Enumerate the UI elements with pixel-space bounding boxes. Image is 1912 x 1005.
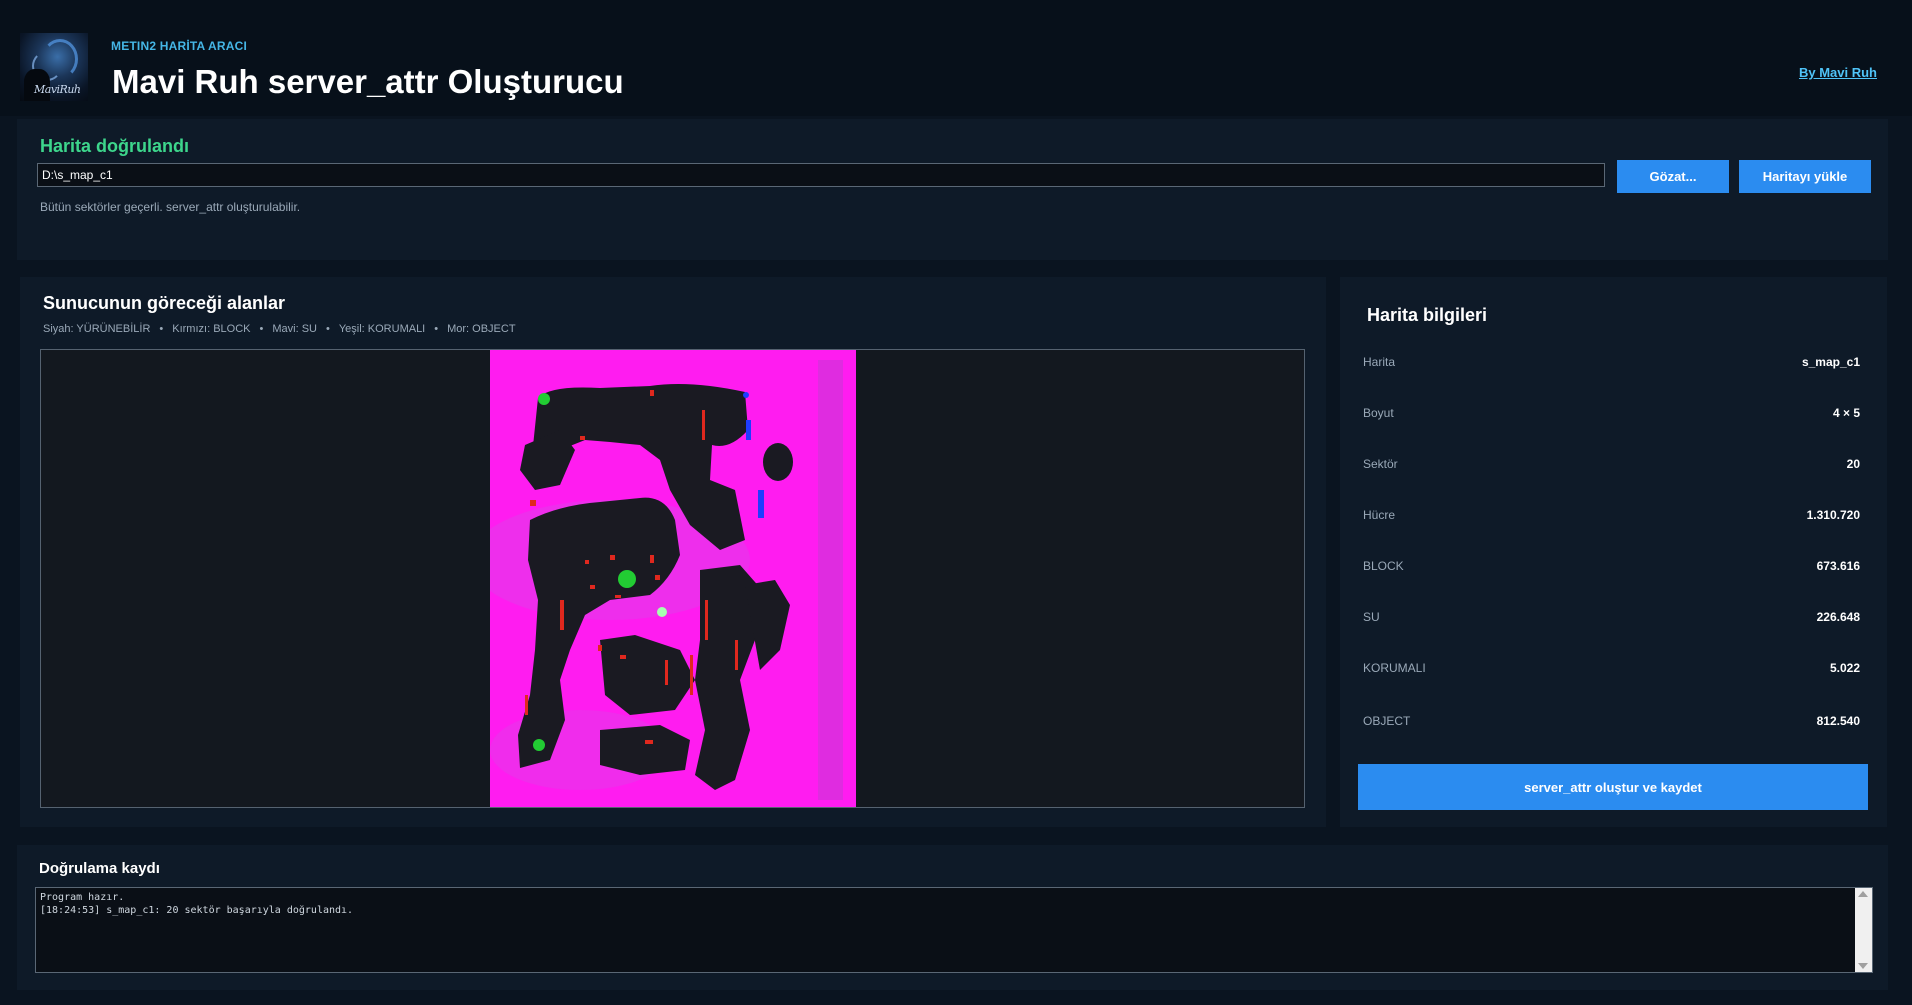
info-key: Boyut bbox=[1363, 406, 1394, 420]
app-logo: MaviRuh bbox=[20, 33, 88, 101]
info-value: 1.310.720 bbox=[1806, 508, 1860, 522]
legend-separator: • bbox=[325, 323, 330, 335]
info-key: KORUMALI bbox=[1363, 661, 1426, 675]
scroll-down-arrow-icon[interactable] bbox=[1858, 963, 1868, 969]
info-key: Harita bbox=[1363, 355, 1396, 369]
info-key: OBJECT bbox=[1363, 714, 1411, 728]
map-attr-render bbox=[490, 350, 856, 807]
validation-log-title: Doğrulama kaydı bbox=[39, 860, 160, 877]
log-lines: Program hazır. [18:24:53] s_map_c1: 20 s… bbox=[40, 891, 353, 917]
logo-text: MaviRuh bbox=[34, 83, 81, 96]
validation-log-textarea[interactable]: Program hazır. [18:24:53] s_map_c1: 20 s… bbox=[35, 887, 1873, 973]
legend-separator: • bbox=[434, 323, 439, 335]
validation-status-title: Harita doğrulandı bbox=[40, 136, 190, 156]
info-value: 5.022 bbox=[1829, 661, 1860, 675]
legend-block: Kırmızı: BLOCK bbox=[172, 323, 251, 335]
map-info-title: Harita bilgileri bbox=[1367, 305, 1488, 325]
map-info-panel: Harita bilgileri Harita s_map_c1 Boyut 4… bbox=[1340, 277, 1887, 827]
scroll-up-arrow-icon[interactable] bbox=[1858, 891, 1868, 897]
browse-button[interactable]: Gözat... bbox=[1617, 160, 1729, 193]
info-value: 20 bbox=[1846, 457, 1860, 471]
legend-protected: Yeşil: KORUMALI bbox=[338, 323, 426, 335]
generate-server-attr-button[interactable]: server_attr oluştur ve kaydet bbox=[1358, 764, 1868, 810]
info-value: 812.540 bbox=[1816, 714, 1860, 728]
legend-object: Mor: OBJECT bbox=[447, 323, 516, 335]
legend-separator: • bbox=[259, 323, 264, 335]
info-value: s_map_c1 bbox=[1801, 355, 1860, 369]
info-key: Hücre bbox=[1363, 508, 1396, 522]
map-canvas[interactable] bbox=[40, 349, 1305, 808]
map-legend: Siyah: YÜRÜNEBİLİR • Kırmızı: BLOCK • Ma… bbox=[43, 323, 516, 335]
legend-walkable: Siyah: YÜRÜNEBİLİR bbox=[43, 323, 151, 335]
info-row-water: SU 226.648 bbox=[1363, 607, 1860, 627]
info-row-block: BLOCK 673.616 bbox=[1363, 556, 1860, 576]
map-path-input[interactable] bbox=[37, 163, 1605, 187]
map-preview-panel: Sunucunun göreceği alanlar Siyah: YÜRÜNE… bbox=[20, 277, 1326, 827]
log-line: Program hazır. bbox=[40, 892, 125, 903]
info-value: 226.648 bbox=[1816, 610, 1860, 624]
info-key: Sektör bbox=[1363, 457, 1398, 471]
info-row-map: Harita s_map_c1 bbox=[1363, 352, 1860, 372]
info-row-object: OBJECT 812.540 bbox=[1363, 711, 1860, 731]
validation-status-message: Bütün sektörler geçerli. server_attr olu… bbox=[40, 200, 301, 214]
log-line: [18:24:53] s_map_c1: 20 sektör başarıyla… bbox=[40, 905, 354, 916]
info-value: 4 × 5 bbox=[1832, 406, 1860, 420]
app-header: MaviRuh METIN2 HARİTA ARACI Mavi Ruh ser… bbox=[0, 0, 1912, 116]
map-preview-title: Sunucunun göreceği alanlar bbox=[43, 293, 286, 313]
info-key: BLOCK bbox=[1363, 559, 1404, 573]
info-row-size: Boyut 4 × 5 bbox=[1363, 403, 1860, 423]
info-row-cell: Hücre 1.310.720 bbox=[1363, 505, 1860, 525]
info-row-protected: KORUMALI 5.022 bbox=[1363, 658, 1860, 678]
map-load-panel: Harita doğrulandı Gözat... Haritayı yükl… bbox=[17, 119, 1888, 260]
log-scrollbar[interactable] bbox=[1855, 888, 1872, 972]
legend-separator: • bbox=[159, 323, 164, 335]
app-kicker: METIN2 HARİTA ARACI bbox=[111, 39, 248, 53]
map-object-strip bbox=[818, 360, 843, 800]
legend-water: Mavi: SU bbox=[272, 323, 317, 335]
info-row-sector: Sektör 20 bbox=[1363, 454, 1860, 474]
info-key: SU bbox=[1363, 610, 1380, 624]
load-map-button[interactable]: Haritayı yükle bbox=[1739, 160, 1871, 193]
app-title: Mavi Ruh server_attr Oluşturucu bbox=[112, 63, 624, 100]
info-value: 673.616 bbox=[1816, 559, 1860, 573]
validation-log-panel: Doğrulama kaydı Program hazır. [18:24:53… bbox=[17, 845, 1888, 990]
author-link[interactable]: By Mavi Ruh bbox=[1799, 65, 1877, 80]
